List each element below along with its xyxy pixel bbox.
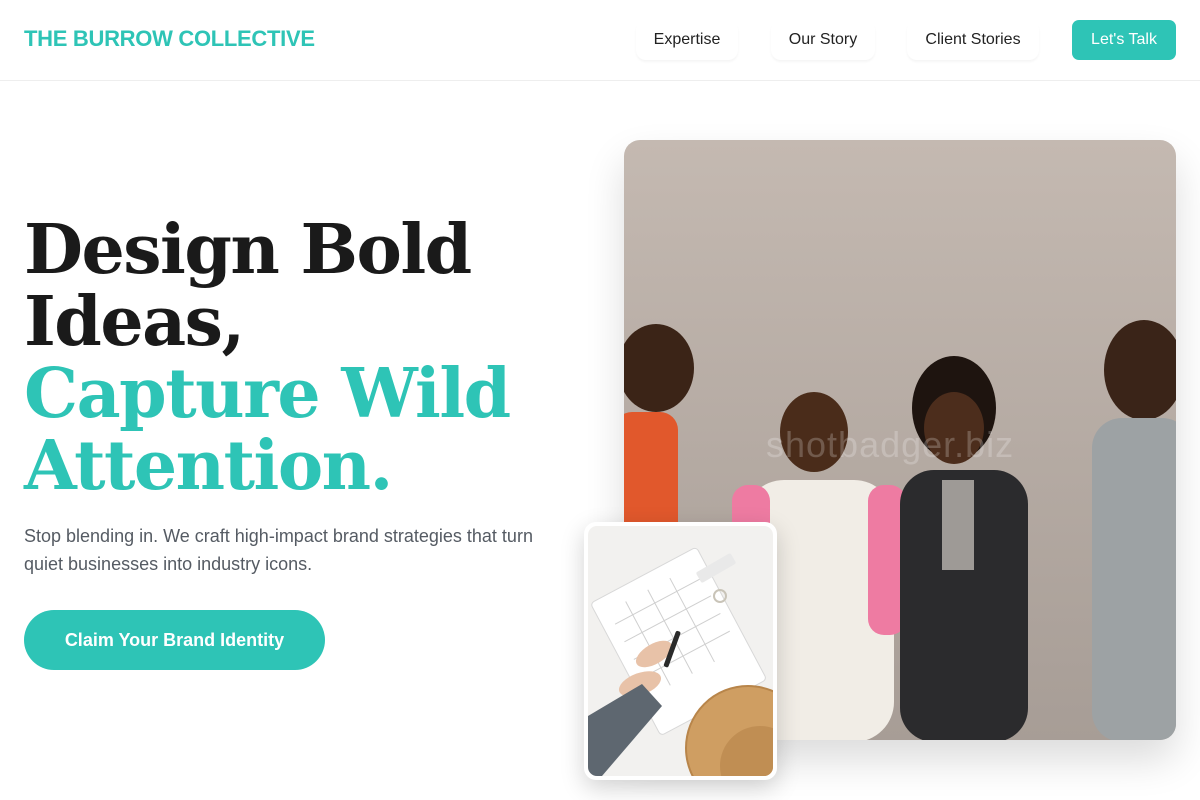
hero-headline: Design Bold Ideas, Capture Wild Attentio…	[24, 214, 584, 502]
headline-line-2: Ideas,	[24, 282, 245, 362]
claim-brand-identity-button[interactable]: Claim Your Brand Identity	[24, 610, 325, 670]
planning-photo	[588, 526, 773, 776]
headline-line-3: Capture Wild	[24, 354, 511, 434]
headline-line-1: Design Bold	[24, 210, 472, 290]
brand-logo[interactable]: THE BURROW COLLECTIVE	[24, 26, 315, 52]
planning-photo-illustration	[588, 526, 773, 776]
nav-link-client-stories[interactable]: Client Stories	[907, 20, 1039, 60]
image-watermark: shotbadger.biz	[766, 424, 1015, 465]
nav-link-our-story[interactable]: Our Story	[771, 20, 875, 60]
lets-talk-button[interactable]: Let's Talk	[1072, 20, 1176, 60]
headline-line-4: Attention.	[24, 426, 393, 506]
top-navigation: THE BURROW COLLECTIVE Expertise Our Stor…	[0, 0, 1200, 81]
nav-link-expertise[interactable]: Expertise	[636, 20, 738, 60]
planning-photo-card	[584, 522, 777, 780]
hero-subtext: Stop blending in. We craft high-impact b…	[24, 526, 533, 574]
